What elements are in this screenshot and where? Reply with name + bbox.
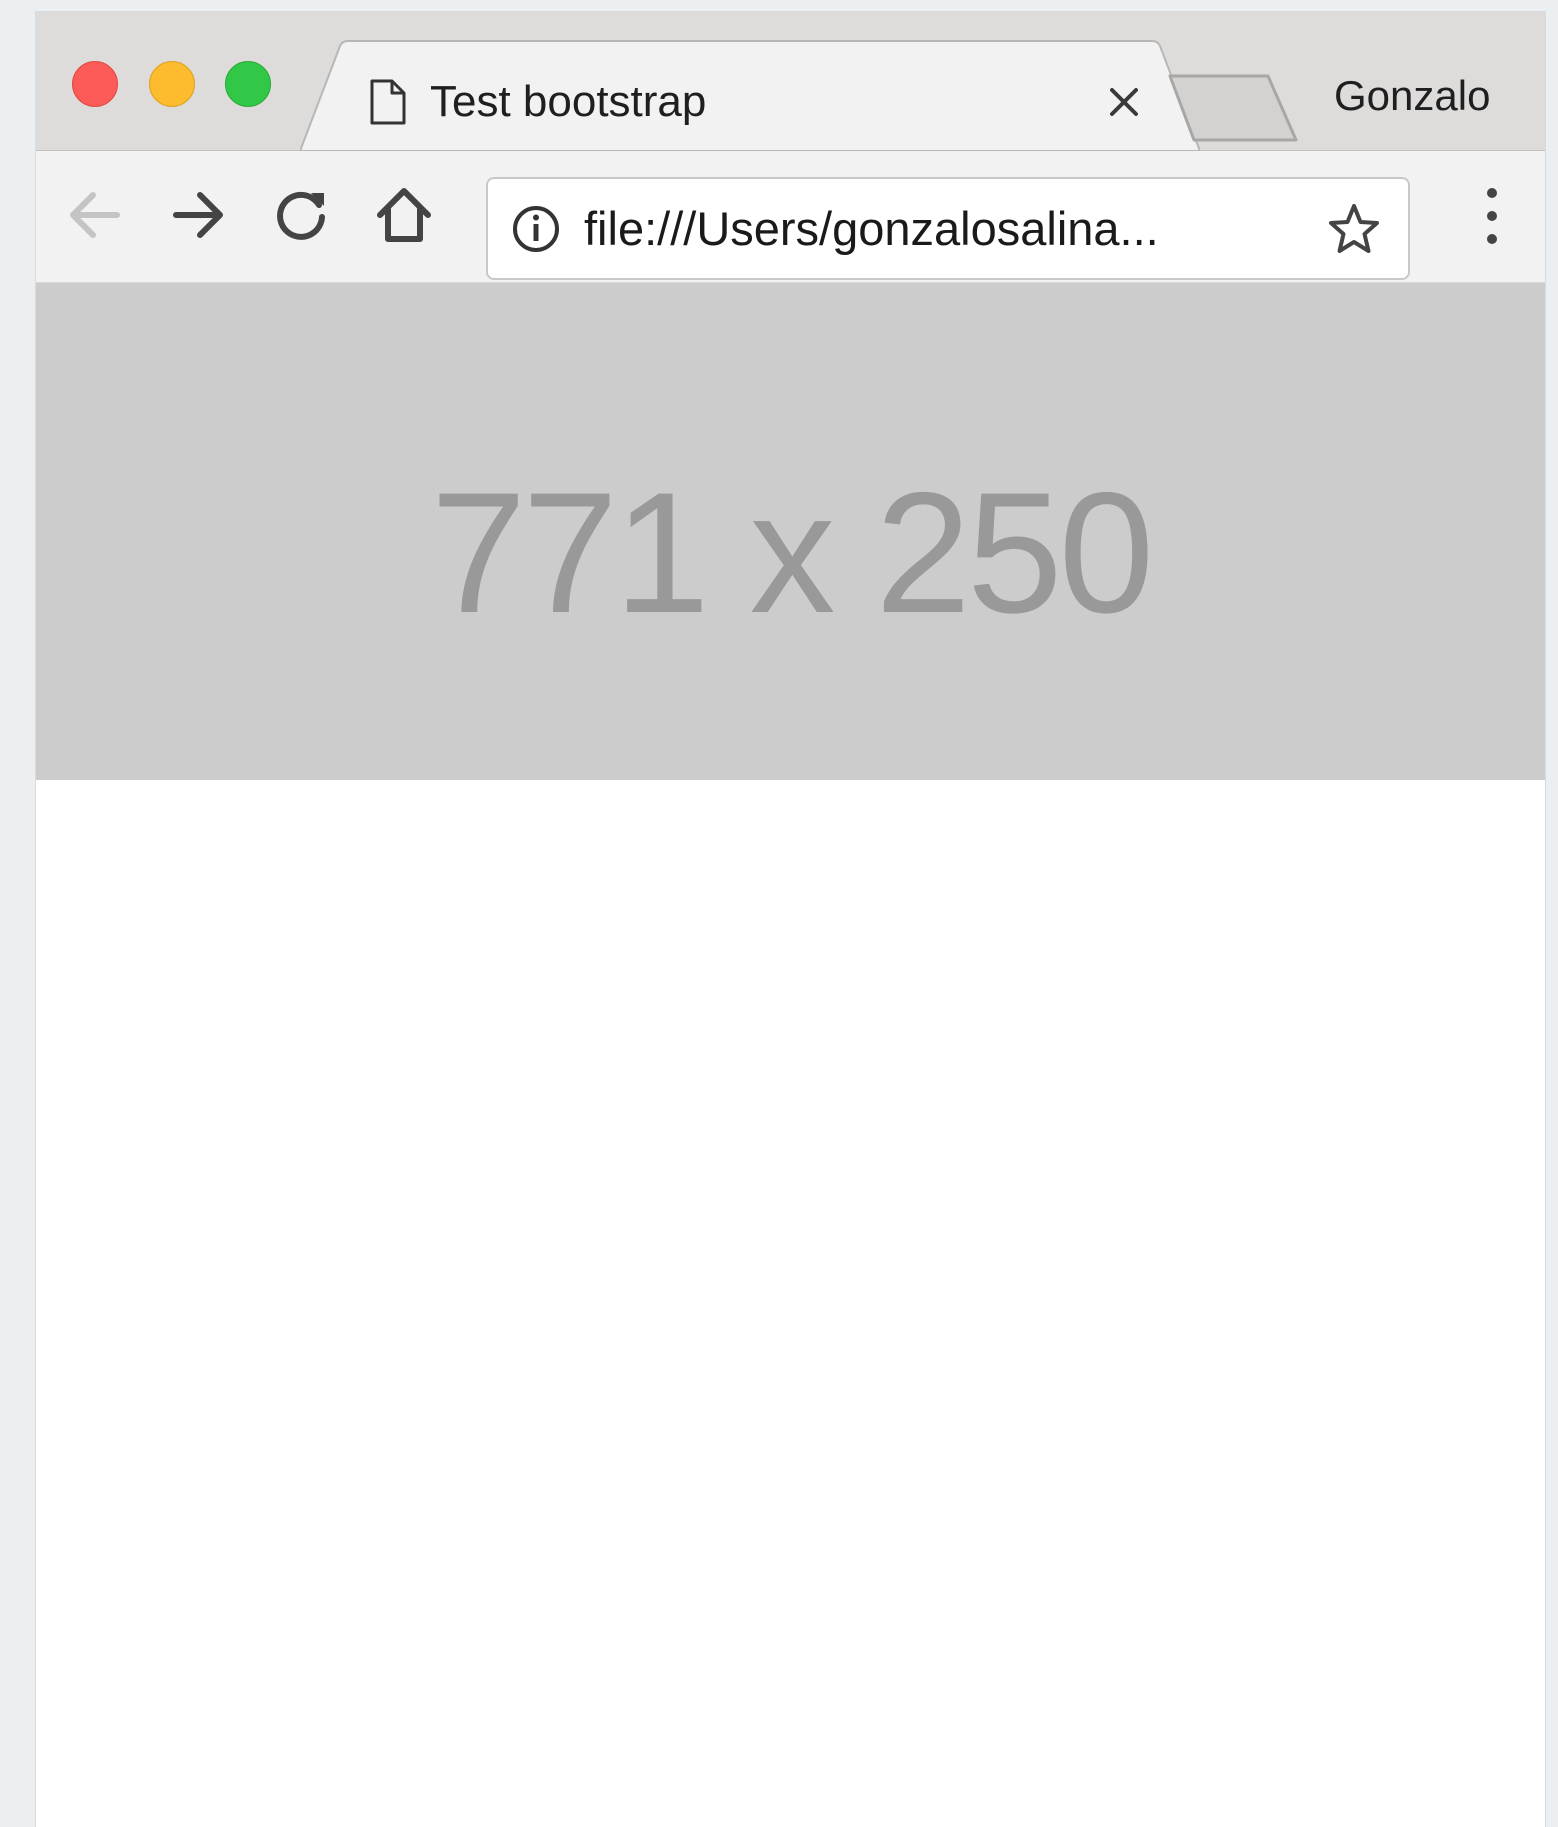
placeholder-image: 771 x 250 [36,283,1545,780]
document-icon [370,79,406,125]
placeholder-text: 771 x 250 [430,457,1155,649]
address-bar[interactable]: file:///Users/gonzalosalina... [486,177,1410,280]
arrow-left-icon[interactable] [63,183,127,247]
page-content: 771 x 250 [36,283,1545,1827]
browser-window: Test bootstrap Gonzalo file:///Users/gon… [36,12,1545,1827]
tab-strip: Test bootstrap Gonzalo [36,12,1545,151]
window-close-button[interactable] [72,61,118,107]
kebab-menu-icon[interactable] [1472,181,1512,251]
reload-icon[interactable] [269,183,333,247]
window-zoom-button[interactable] [225,61,271,107]
window-minimize-button[interactable] [149,61,195,107]
new-tab-button[interactable] [1164,70,1304,146]
arrow-right-icon[interactable] [168,183,232,247]
close-icon[interactable] [1106,84,1142,120]
home-icon[interactable] [372,183,436,247]
star-icon[interactable] [1326,201,1382,257]
profile-name[interactable]: Gonzalo [1334,72,1490,120]
toolbar: file:///Users/gonzalosalina... [36,151,1545,283]
tab-title: Test bootstrap [430,77,707,126]
tab-active[interactable]: Test bootstrap [300,40,1200,151]
url-text[interactable]: file:///Users/gonzalosalina... [584,203,1159,255]
info-icon[interactable] [510,203,562,255]
